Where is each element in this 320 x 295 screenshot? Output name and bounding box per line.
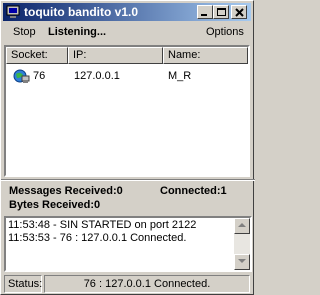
status-text: 76 : 127.0.0.1 Connected. [44, 275, 250, 293]
maximize-icon [217, 8, 226, 16]
connected-label: Connected: [160, 185, 221, 197]
column-socket[interactable]: Socket: [6, 47, 68, 64]
menu-bar: Stop Listening... Options [3, 22, 251, 44]
connection-row[interactable]: 76 127.0.0.1 M_R [6, 67, 248, 85]
connections-list[interactable]: Socket: IP: Name: 76 127.0.0.1 M_R [4, 45, 250, 177]
minimize-button[interactable] [197, 5, 213, 19]
menu-options[interactable]: Options [206, 26, 244, 38]
network-computer-icon [13, 69, 30, 83]
app-window: toquito bandito v1.0 Stop Listening... O… [0, 0, 255, 295]
connected-value: 1 [220, 185, 227, 197]
stats-panel: Messages Received:0 Connected:1 Bytes Re… [4, 180, 252, 213]
bytes-label: Bytes Received: [9, 199, 94, 211]
messages-received: Messages Received:0 [9, 185, 123, 197]
close-icon [235, 8, 244, 17]
column-ip[interactable]: IP: [68, 47, 163, 64]
messages-value: 0 [116, 185, 123, 197]
close-button[interactable] [231, 5, 247, 19]
arrow-up-icon [238, 223, 246, 227]
computer-icon [6, 5, 20, 18]
connected-count: Connected:1 [160, 185, 227, 197]
minimize-icon [201, 14, 207, 16]
status-label: Status: [4, 275, 42, 293]
scroll-up-button[interactable] [234, 218, 250, 234]
bytes-value: 0 [94, 199, 101, 211]
column-name[interactable]: Name: [163, 47, 248, 64]
log-scrollbar[interactable] [234, 218, 250, 270]
listening-state: Listening... [48, 26, 107, 38]
list-header: Socket: IP: Name: [6, 47, 248, 64]
menu-stop[interactable]: Stop [13, 26, 36, 38]
window-title: toquito bandito v1.0 [24, 5, 138, 19]
log-box[interactable]: 11:53:48 - SIN STARTED on port 2122 11:5… [4, 216, 252, 272]
bytes-received: Bytes Received:0 [9, 199, 100, 211]
cell-name: M_R [168, 70, 192, 82]
log-line: 11:53:48 - SIN STARTED on port 2122 [8, 219, 197, 231]
scroll-down-button[interactable] [234, 254, 250, 270]
messages-label: Messages Received: [9, 185, 117, 197]
maximize-button[interactable] [213, 5, 229, 19]
cell-ip: 127.0.0.1 [74, 70, 120, 82]
cell-socket: 76 [33, 70, 46, 82]
title-bar[interactable]: toquito bandito v1.0 [3, 3, 251, 21]
status-bar: Status: 76 : 127.0.0.1 Connected. [4, 275, 252, 293]
log-line: 11:53:53 - 76 : 127.0.0.1 Connected. [8, 232, 187, 244]
arrow-down-icon [238, 259, 246, 263]
